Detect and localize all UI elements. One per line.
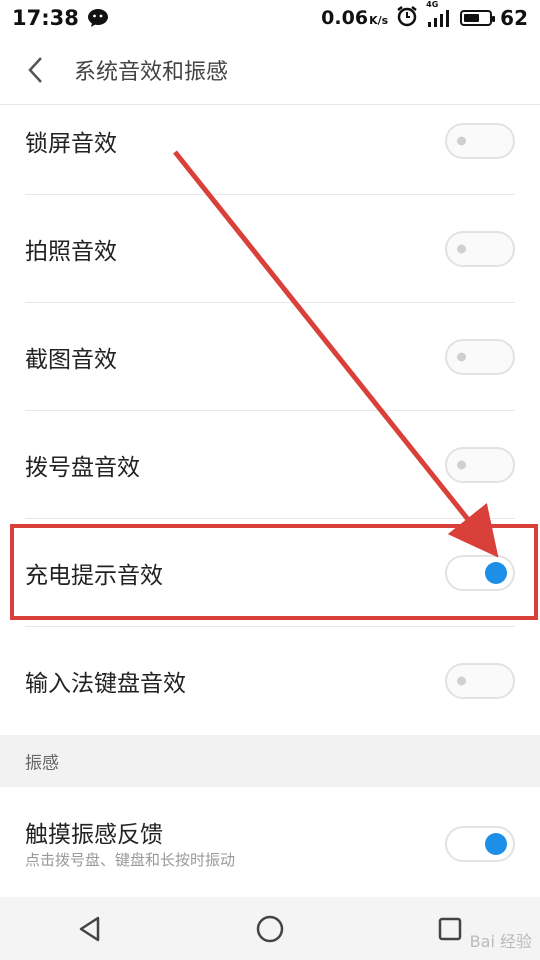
section-header-haptics: 振感 [25,753,59,774]
toggle-knob [457,352,466,362]
setting-label: 锁屏音效 [25,131,117,157]
net-speed-unit: K/s [369,14,389,27]
navigation-bar [0,897,540,960]
screenshot-sound-toggle[interactable] [445,339,515,375]
chevron-left-icon[interactable] [14,48,58,92]
circle-home-icon[interactable] [240,904,300,954]
camera-sound-toggle[interactable] [445,231,515,267]
dialpad-sound-toggle[interactable] [445,447,515,483]
haptic-feedback-toggle[interactable] [445,826,515,862]
setting-row-dialpad: 拨号盘音效 [0,411,540,519]
toggle-knob [457,460,466,470]
net-speed: 0.06 K/s [321,7,388,29]
setting-row-keyboard: 输入法键盘音效 [0,627,540,735]
watermark-text: Bai 经验 [469,932,532,951]
toggle-knob [457,136,466,146]
watermark: Bai 经验 [470,928,532,952]
section-header-bar: 振感 [0,735,540,787]
setting-subtitle: 点击拨号盘、键盘和长按时振动 [25,851,236,869]
keyboard-sound-toggle[interactable] [445,663,515,699]
setting-row-charging: 充电提示音效 [0,519,540,627]
setting-label: 拍照音效 [25,239,117,265]
setting-label: 拨号盘音效 [25,455,140,481]
battery-level: 62 [500,6,528,30]
battery-icon [460,10,496,26]
wechat-icon [87,8,109,28]
setting-label: 充电提示音效 [25,563,163,589]
toggle-knob [485,833,507,855]
page-title: 系统音效和振感 [74,60,229,85]
triangle-back-icon[interactable] [60,904,120,954]
setting-label: 截图音效 [25,347,117,373]
signal-icon: 4G [426,0,452,28]
status-bar: 17:38 0.06 K/s 4G 62 [0,0,540,36]
signal-network-label: 4G [426,0,439,9]
lockscreen-sound-toggle[interactable] [445,123,515,159]
setting-row-camera: 拍照音效 [0,195,540,303]
battery-fill [464,14,480,22]
setting-row-haptic: 触摸振感反馈 点击拨号盘、键盘和长按时振动 [0,787,540,897]
charging-sound-toggle[interactable] [445,555,515,591]
toggle-knob [485,562,507,584]
status-right: 0.06 K/s 4G 62 [321,0,528,32]
setting-label: 输入法键盘音效 [25,671,186,697]
setting-row-screenshot: 截图音效 [0,303,540,411]
status-left: 17:38 [12,6,109,30]
status-time: 17:38 [12,6,79,30]
setting-row-lockscreen: 锁屏音效 [0,87,540,195]
toggle-knob [457,244,466,254]
toggle-knob [457,676,466,686]
setting-label: 触摸振感反馈 [25,822,163,848]
net-speed-value: 0.06 [321,7,369,29]
settings-list: 锁屏音效 拍照音效 截图音效 拨号盘音效 充电提示音效 输入法键盘音效 [0,87,540,735]
alarm-icon [396,5,418,32]
